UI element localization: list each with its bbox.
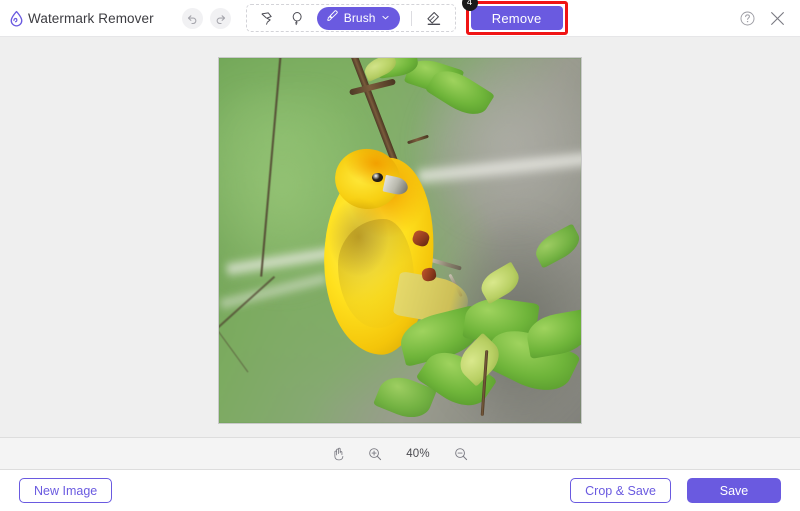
lasso-icon xyxy=(289,10,306,27)
top-toolbar: Watermark Remover xyxy=(0,0,800,37)
eraser-button[interactable] xyxy=(420,6,448,30)
tool-group: Brush xyxy=(246,4,456,32)
zoom-level-label: 40% xyxy=(403,448,433,460)
brush-tool-button[interactable]: Brush xyxy=(317,7,400,30)
redo-button[interactable] xyxy=(210,8,231,29)
brush-icon xyxy=(325,9,339,28)
close-x-icon xyxy=(768,9,787,28)
canvas-area[interactable] xyxy=(0,37,800,437)
help-button[interactable] xyxy=(739,10,756,27)
redo-arrow-icon xyxy=(214,12,227,25)
footer-actions: Crop & Save Save xyxy=(570,478,781,503)
pan-tool-button[interactable] xyxy=(331,446,347,462)
hand-pan-icon xyxy=(331,446,347,462)
footer-bar: New Image Crop & Save Save xyxy=(0,470,800,511)
remove-action-group: 4 Remove xyxy=(466,1,568,35)
app-title: Watermark Remover xyxy=(28,11,154,26)
top-right-controls xyxy=(739,9,787,28)
close-button[interactable] xyxy=(768,9,787,28)
crop-and-save-button[interactable]: Crop & Save xyxy=(570,478,671,503)
save-button[interactable]: Save xyxy=(687,478,781,503)
chevron-down-icon xyxy=(381,9,390,27)
polygonal-lasso-button[interactable] xyxy=(254,6,282,30)
zoom-out-button[interactable] xyxy=(453,446,469,462)
zoom-in-icon xyxy=(367,446,383,462)
zoom-out-icon xyxy=(453,446,469,462)
bird-shading xyxy=(328,197,390,277)
undo-button[interactable] xyxy=(182,8,203,29)
lasso-button[interactable] xyxy=(284,6,312,30)
zoom-toolbar: 40% xyxy=(0,437,800,470)
brand: Watermark Remover xyxy=(8,10,154,27)
eraser-icon xyxy=(425,9,443,27)
water-drop-logo-icon xyxy=(8,10,25,27)
zoom-in-button[interactable] xyxy=(367,446,383,462)
remove-button-highlight: Remove xyxy=(466,1,568,35)
bird-photo xyxy=(219,58,581,423)
undo-arrow-icon xyxy=(186,12,199,25)
bird-eye xyxy=(372,173,382,182)
new-image-button[interactable]: New Image xyxy=(19,478,112,503)
history-controls xyxy=(182,8,231,29)
question-circle-icon xyxy=(739,10,756,27)
remove-button[interactable]: Remove xyxy=(471,6,563,30)
polygonal-lasso-icon xyxy=(259,10,276,27)
image-preview[interactable] xyxy=(218,57,582,424)
brush-label: Brush xyxy=(344,11,376,25)
watermark-remover-window: Watermark Remover xyxy=(0,0,800,511)
tool-divider xyxy=(411,11,412,26)
